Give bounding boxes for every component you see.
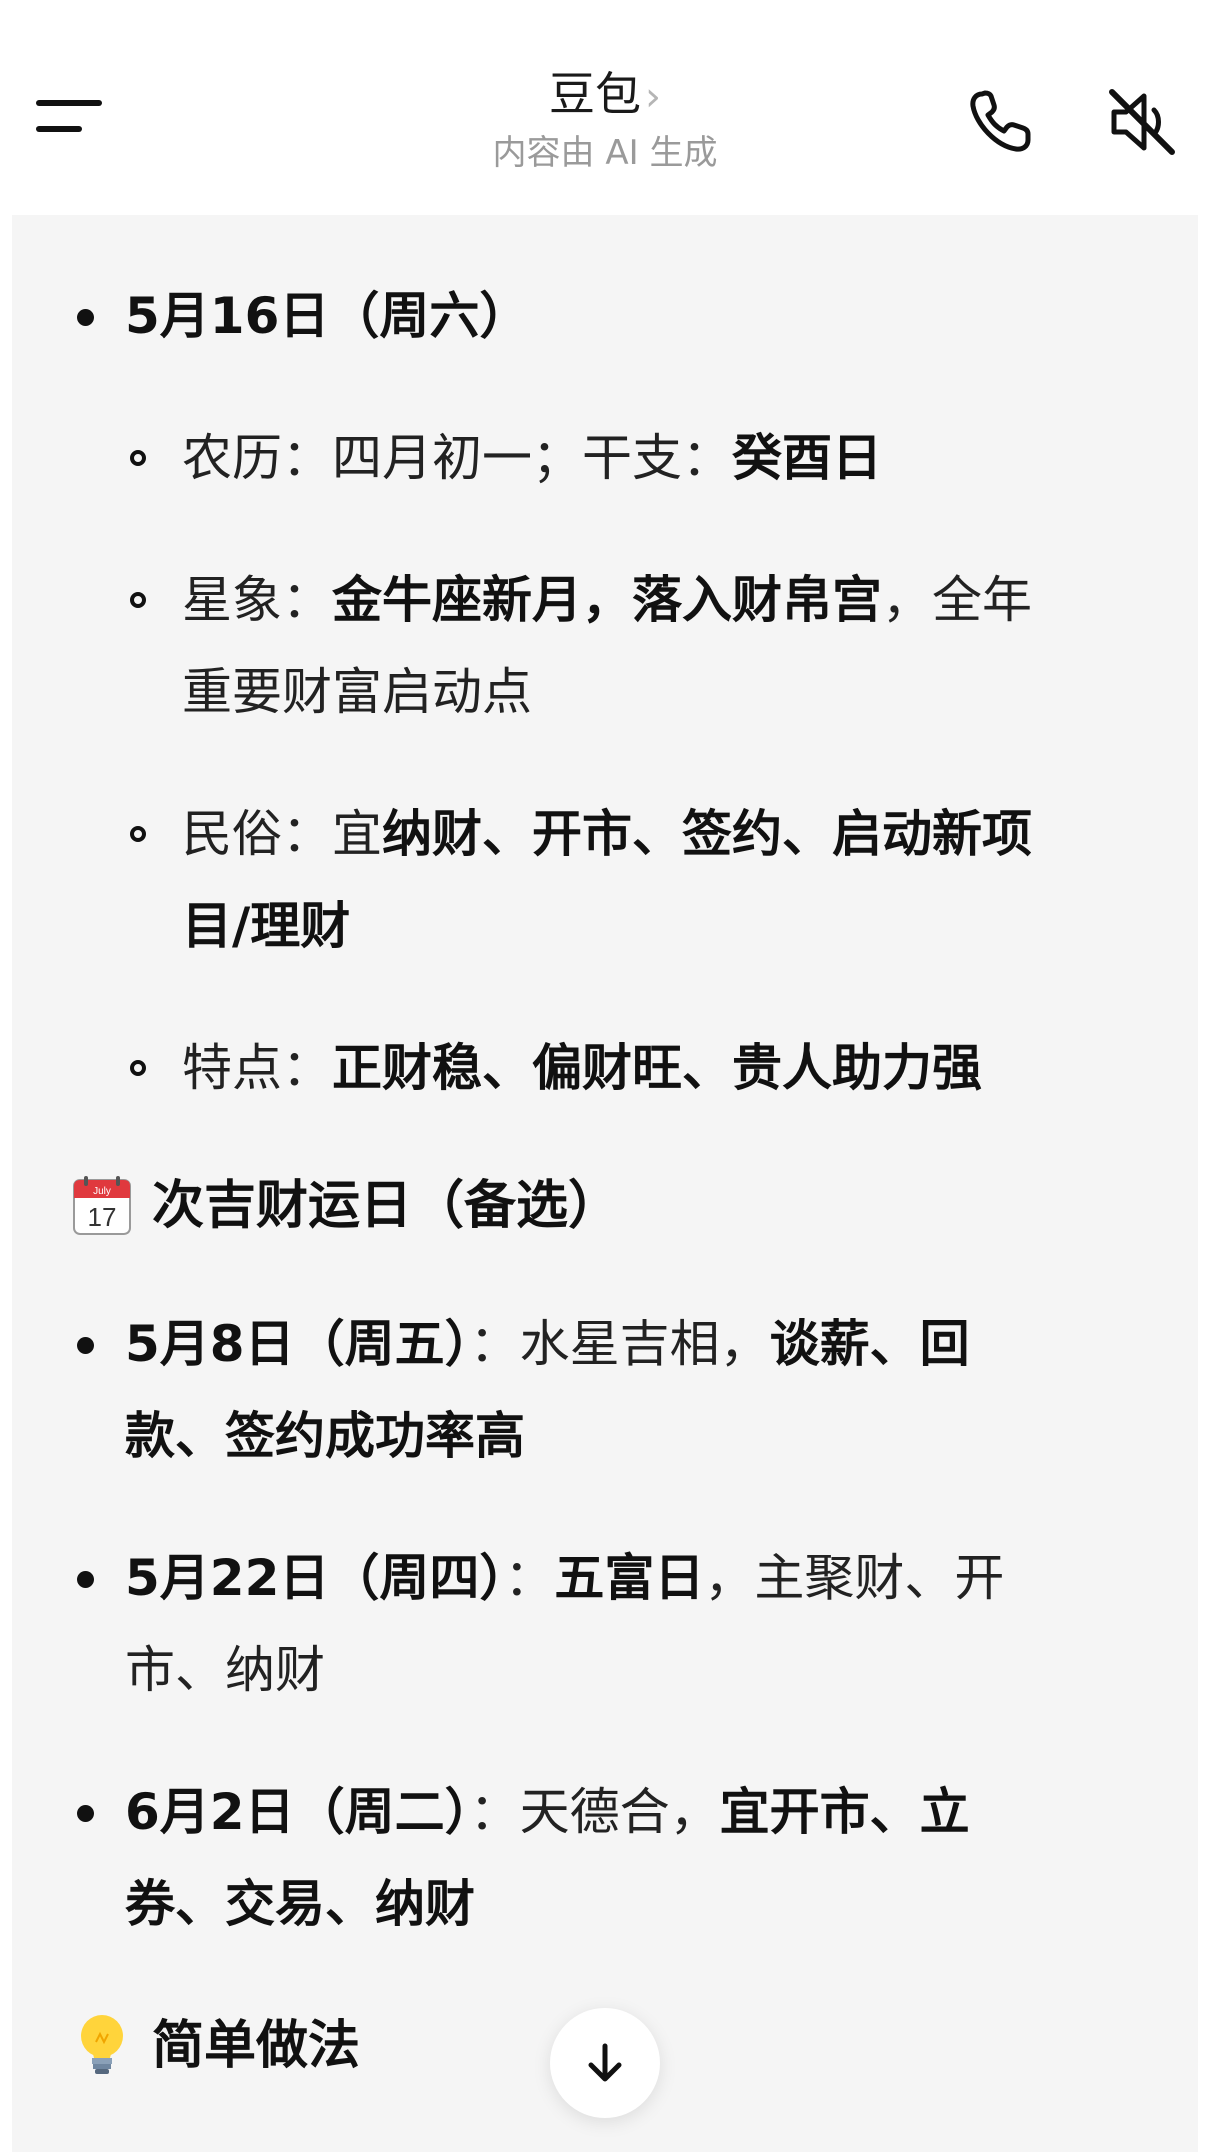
detail-folk-custom-line2: 目/理财 (182, 897, 351, 955)
phone-call-button[interactable] (964, 86, 1036, 158)
calendar-icon-day: 17 (88, 1202, 117, 1232)
speaker-muted-icon (1109, 89, 1175, 155)
calendar-icon-month: July (93, 1186, 111, 1197)
sub-bullet (130, 592, 146, 608)
sub-bullet (130, 1060, 146, 1076)
detail-lunar: 农历：四月初一；干支：癸酉日 (182, 429, 882, 487)
chevron-right-icon: › (645, 74, 661, 120)
phone-icon (970, 90, 1031, 152)
scroll-to-bottom-button[interactable] (550, 2008, 660, 2118)
ai-generated-notice: 内容由 AI 生成 (492, 133, 718, 173)
bullet-dot (77, 1337, 94, 1354)
top-bar: 豆包 › 内容由 AI 生成 (0, 0, 1211, 215)
bullet-dot (77, 1805, 94, 1822)
alt-day-item: 5月22日（周四）：五富日，主聚财、开 (125, 1549, 1005, 1607)
alt-day-item-line2: 券、交易、纳财 (125, 1875, 475, 1933)
menu-icon-bar (36, 100, 102, 106)
alt-day-item-line2: 市、纳财 (125, 1641, 325, 1699)
calendar-icon: July 17 (72, 1176, 132, 1236)
alt-section-title: 次吉财运日（备选） (152, 1176, 621, 1236)
sub-bullet (130, 450, 146, 466)
mute-speaker-button[interactable] (1104, 84, 1180, 160)
main-date-text: 5月16日（周六） (125, 287, 530, 345)
chat-title[interactable]: 豆包 (549, 67, 641, 121)
alt-day-item-line2: 款、签约成功率高 (125, 1407, 525, 1465)
chat-title-block[interactable]: 豆包 › 内容由 AI 生成 (405, 62, 805, 175)
alt-day-item: 6月2日（周二）：天德合，宜开市、立 (125, 1783, 970, 1841)
menu-icon-bar (36, 126, 82, 132)
detail-astrology: 星象：金牛座新月，落入财帛宫，全年 (182, 571, 1032, 629)
tips-section-title: 简单做法 (152, 2016, 361, 2076)
main-date: 5月16日（周六） (125, 270, 529, 362)
arrow-down-icon (588, 2043, 622, 2082)
detail-features: 特点：正财稳、偏财旺、贵人助力强 (182, 1039, 982, 1097)
sub-bullet (130, 826, 146, 842)
menu-button[interactable] (36, 96, 106, 140)
bullet-dot (77, 1571, 94, 1588)
alt-day-item: 5月8日（周五）：水星吉相，谈薪、回 (125, 1315, 970, 1373)
light-bulb-icon (74, 2012, 130, 2078)
bullet-dot (77, 309, 94, 326)
detail-astrology-line2: 重要财富启动点 (182, 663, 532, 721)
detail-folk-custom: 民俗：宜纳财、开市、签约、启动新项 (182, 805, 1032, 863)
